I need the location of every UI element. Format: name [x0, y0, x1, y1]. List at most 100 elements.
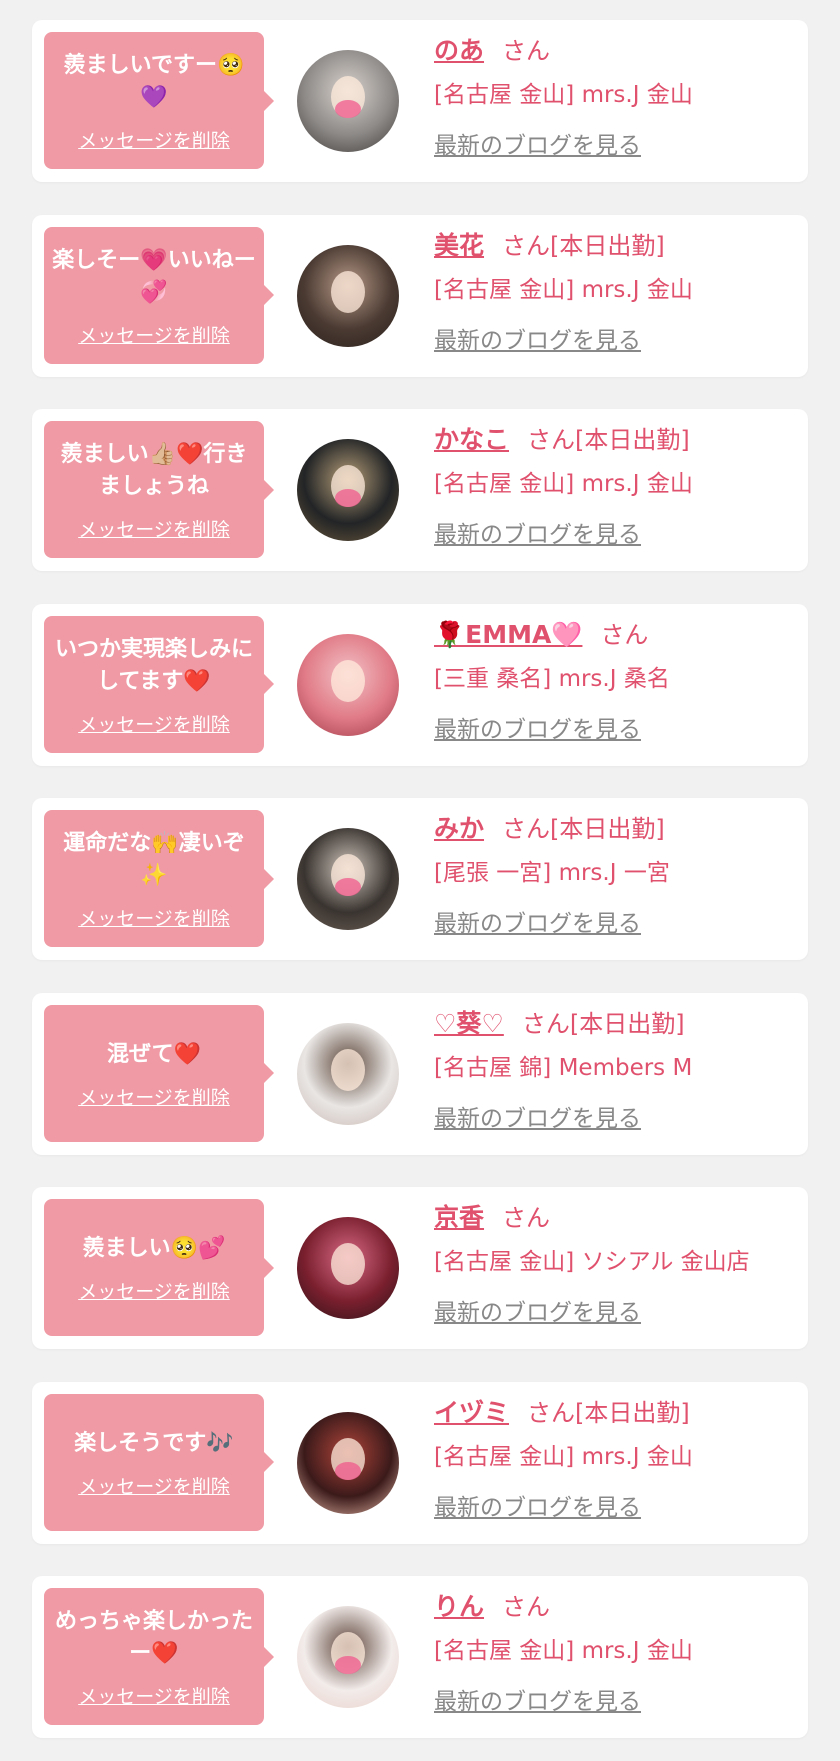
- shop-label: [名古屋 金山] mrs.J 金山: [434, 1443, 693, 1470]
- profile-name-link[interactable]: みか: [434, 814, 484, 843]
- message-card: 混ぜて❤️ メッセージを削除 ♡葵♡ さん[本日出勤] [名古屋 錦] Membe…: [32, 992, 808, 1155]
- shop-label: [名古屋 金山] ソシアル 金山店: [434, 1249, 750, 1275]
- name-line: 京香 さん: [434, 1201, 798, 1235]
- message-bubble: 楽しそうです🎶 メッセージを削除: [44, 1393, 274, 1531]
- avatar[interactable]: [297, 1606, 399, 1708]
- name-line: かなこ さん[本日出勤]: [434, 423, 798, 457]
- shop-label: [三重 桑名] mrs.J 桑名: [434, 665, 670, 692]
- name-line: イヅミ さん[本日出勤]: [434, 1396, 798, 1430]
- latest-blog-link[interactable]: 最新のブログを見る: [434, 1682, 641, 1716]
- shop-label: [名古屋 金山] mrs.J 金山: [434, 1638, 693, 1664]
- message-card: 楽しそうです🎶 メッセージを削除 イヅミ さん[本日出勤] [名古屋 金山] mr…: [32, 1381, 808, 1544]
- message-card: 羨ましいですー🥺💜 メッセージを削除 のあ さん [名古屋 金山] mrs.J 金…: [32, 20, 808, 182]
- name-line: 🌹EMMA🩷 さん: [434, 618, 798, 652]
- shop-label: [名古屋 金山] mrs.J 金山: [434, 471, 693, 497]
- message-text: 羨ましい👍🏼❤️行きましょうね: [60, 442, 248, 499]
- message-card: 羨ましい👍🏼❤️行きましょうね メッセージを削除 かなこ さん[本日出勤] [名古…: [32, 409, 808, 571]
- latest-blog-link[interactable]: 最新のブログを見る: [434, 126, 641, 160]
- shop-label: [名古屋 金山] mrs.J 金山: [434, 276, 693, 303]
- profile-info: 🌹EMMA🩷 さん [三重 桑名] mrs.J 桑名 最新のブログを見る: [434, 618, 798, 744]
- latest-blog-link[interactable]: 最新のブログを見る: [434, 515, 641, 549]
- avatar[interactable]: [297, 50, 399, 152]
- avatar-blur-sticker: [335, 878, 361, 896]
- honorific-status: さん: [502, 1593, 551, 1621]
- shop-label: [尾張 一宮] mrs.J 一宮: [434, 860, 670, 886]
- profile-info: みか さん[本日出勤] [尾張 一宮] mrs.J 一宮 最新のブログを見る: [434, 812, 798, 938]
- message-bubble: 混ぜて❤️ メッセージを削除: [44, 1004, 274, 1142]
- profile-info: 美花 さん[本日出勤] [名古屋 金山] mrs.J 金山 最新のブログを見る: [434, 229, 798, 355]
- message-text: 運命だな🙌凄いぞ✨: [63, 831, 245, 888]
- name-line: ♡葵♡ さん[本日出勤]: [434, 1007, 798, 1041]
- shop-label: [名古屋 金山] mrs.J 金山: [434, 82, 693, 108]
- delete-message-link[interactable]: メッセージを削除: [78, 1472, 230, 1499]
- latest-blog-link[interactable]: 最新のブログを見る: [434, 710, 641, 744]
- message-text: 羨ましい🥺💕: [82, 1236, 226, 1261]
- profile-name-link[interactable]: かなこ: [434, 425, 509, 454]
- message-card: 羨ましい🥺💕 メッセージを削除 京香 さん [名古屋 金山] ソシアル 金山店 最…: [32, 1187, 808, 1349]
- avatar-face: [331, 1243, 365, 1285]
- message-text: 羨ましいですー🥺💜: [63, 53, 245, 110]
- delete-message-link[interactable]: メッセージを削除: [78, 1682, 230, 1709]
- profile-name-link[interactable]: 🌹EMMA🩷: [434, 620, 582, 649]
- delete-message-link[interactable]: メッセージを削除: [78, 904, 230, 931]
- profile-name-link[interactable]: のあ: [434, 36, 484, 65]
- honorific-status: さん: [502, 1204, 551, 1232]
- honorific-status: さん: [600, 620, 649, 649]
- message-bubble: 運命だな🙌凄いぞ✨ メッセージを削除: [44, 810, 274, 947]
- honorific-status: さん[本日出勤]: [527, 1398, 690, 1427]
- profile-info: イヅミ さん[本日出勤] [名古屋 金山] mrs.J 金山 最新のブログを見る: [434, 1396, 798, 1522]
- message-card: いつか実現楽しみにしてます❤️ メッセージを削除 🌹EMMA🩷 さん [三重 桑名…: [32, 603, 808, 766]
- avatar-blur-sticker: [335, 1656, 361, 1674]
- latest-blog-link[interactable]: 最新のブログを見る: [434, 1488, 641, 1522]
- avatar-face: [331, 270, 365, 313]
- profile-name-link[interactable]: 京香: [434, 1203, 484, 1232]
- latest-blog-link[interactable]: 最新のブログを見る: [434, 321, 641, 355]
- profile-name-link[interactable]: 美花: [434, 231, 484, 260]
- message-card: めっちゃ楽しかったー❤️ メッセージを削除 りん さん [名古屋 金山] mrs.…: [32, 1576, 808, 1738]
- profile-info: のあ さん [名古屋 金山] mrs.J 金山 最新のブログを見る: [434, 34, 798, 160]
- delete-message-link[interactable]: メッセージを削除: [78, 1083, 230, 1110]
- avatar[interactable]: [297, 1411, 399, 1514]
- delete-message-link[interactable]: メッセージを削除: [78, 710, 230, 737]
- name-line: みか さん[本日出勤]: [434, 812, 798, 846]
- avatar[interactable]: [297, 828, 399, 930]
- honorific-status: さん[本日出勤]: [502, 231, 665, 260]
- message-bubble: いつか実現楽しみにしてます❤️ メッセージを削除: [44, 615, 274, 753]
- honorific-status: さん[本日出勤]: [521, 1009, 685, 1038]
- name-line: 美花 さん[本日出勤]: [434, 229, 798, 263]
- avatar-blur-sticker: [335, 489, 361, 507]
- avatar[interactable]: [297, 1022, 399, 1125]
- profile-info: ♡葵♡ さん[本日出勤] [名古屋 錦] Members M 最新のブログを見る: [434, 1007, 798, 1133]
- message-text: いつか実現楽しみにしてます❤️: [54, 636, 253, 694]
- delete-message-link[interactable]: メッセージを削除: [78, 515, 230, 542]
- avatar[interactable]: [297, 244, 399, 347]
- name-line: のあ さん: [434, 34, 798, 68]
- message-text: 楽しそうです🎶: [74, 1430, 234, 1456]
- latest-blog-link[interactable]: 最新のブログを見る: [434, 904, 641, 938]
- avatar-blur-sticker: [335, 1461, 361, 1480]
- avatar-face: [331, 1048, 365, 1091]
- avatar-blur-sticker: [335, 100, 361, 118]
- profile-info: かなこ さん[本日出勤] [名古屋 金山] mrs.J 金山 最新のブログを見る: [434, 423, 798, 549]
- profile-name-link[interactable]: イヅミ: [434, 1398, 509, 1427]
- avatar[interactable]: [297, 1217, 399, 1319]
- shop-label: [名古屋 錦] Members M: [434, 1054, 693, 1081]
- delete-message-link[interactable]: メッセージを削除: [78, 126, 230, 153]
- honorific-status: さん[本日出勤]: [527, 426, 690, 454]
- profile-name-link[interactable]: りん: [434, 1592, 484, 1621]
- message-list: 羨ましいですー🥺💜 メッセージを削除 のあ さん [名古屋 金山] mrs.J 金…: [0, 0, 840, 1761]
- avatar[interactable]: [297, 633, 399, 736]
- message-bubble: 羨ましい🥺💕 メッセージを削除: [44, 1199, 274, 1336]
- avatar-face: [331, 659, 365, 702]
- honorific-status: さん[本日出勤]: [502, 815, 665, 843]
- avatar[interactable]: [297, 439, 399, 541]
- latest-blog-link[interactable]: 最新のブログを見る: [434, 1099, 641, 1133]
- latest-blog-link[interactable]: 最新のブログを見る: [434, 1293, 641, 1327]
- delete-message-link[interactable]: メッセージを削除: [78, 1277, 230, 1304]
- message-text: 混ぜて❤️: [106, 1041, 202, 1067]
- profile-name-link[interactable]: ♡葵♡: [434, 1009, 504, 1038]
- profile-info: 京香 さん [名古屋 金山] ソシアル 金山店 最新のブログを見る: [434, 1201, 798, 1327]
- message-bubble: 楽しそー💗いいねー💞 メッセージを削除: [44, 226, 274, 364]
- message-bubble: めっちゃ楽しかったー❤️ メッセージを削除: [44, 1588, 274, 1725]
- delete-message-link[interactable]: メッセージを削除: [78, 321, 230, 348]
